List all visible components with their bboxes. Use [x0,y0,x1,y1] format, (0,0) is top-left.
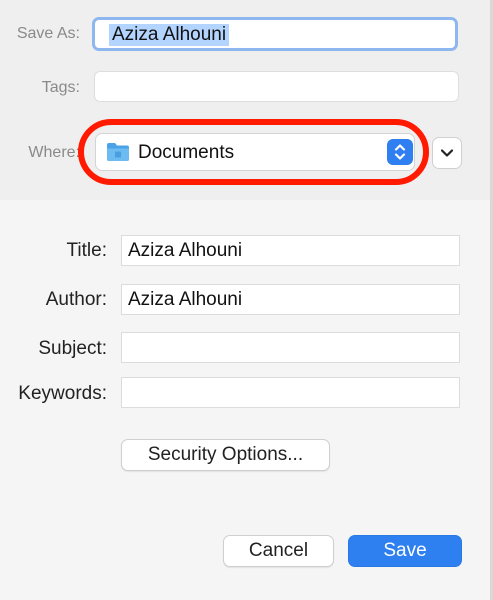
save-as-value[interactable]: Aziza Alhouni [109,24,230,46]
where-label: Where: [28,144,80,161]
tags-input[interactable] [94,71,459,102]
cancel-button[interactable]: Cancel [223,535,334,567]
save-button[interactable]: Save [348,535,462,567]
title-label: Title: [66,240,107,261]
author-label: Author: [45,289,107,310]
security-options-button[interactable]: Security Options... [121,439,330,471]
title-value: Aziza Alhouni [128,240,243,261]
location-stepper-icon[interactable] [387,139,413,165]
author-value: Aziza Alhouni [128,289,243,310]
subject-label: Subject: [38,338,107,359]
expand-browser-button[interactable] [432,137,462,169]
folder-icon [107,143,129,161]
author-input[interactable]: Aziza Alhouni [121,284,460,315]
where-value: Documents [138,142,235,163]
save-as-label: Save As: [16,25,80,42]
tags-label: Tags: [41,79,80,96]
chevron-down-icon [440,149,454,157]
keywords-input[interactable] [121,377,460,408]
title-input[interactable]: Aziza Alhouni [121,235,460,266]
keywords-label: Keywords: [18,383,107,404]
subject-input[interactable] [121,332,460,363]
save-dialog: Save As: Aziza Alhouni Tags: Where: Docu… [0,0,493,600]
save-as-input[interactable]: Aziza Alhouni [92,17,458,51]
